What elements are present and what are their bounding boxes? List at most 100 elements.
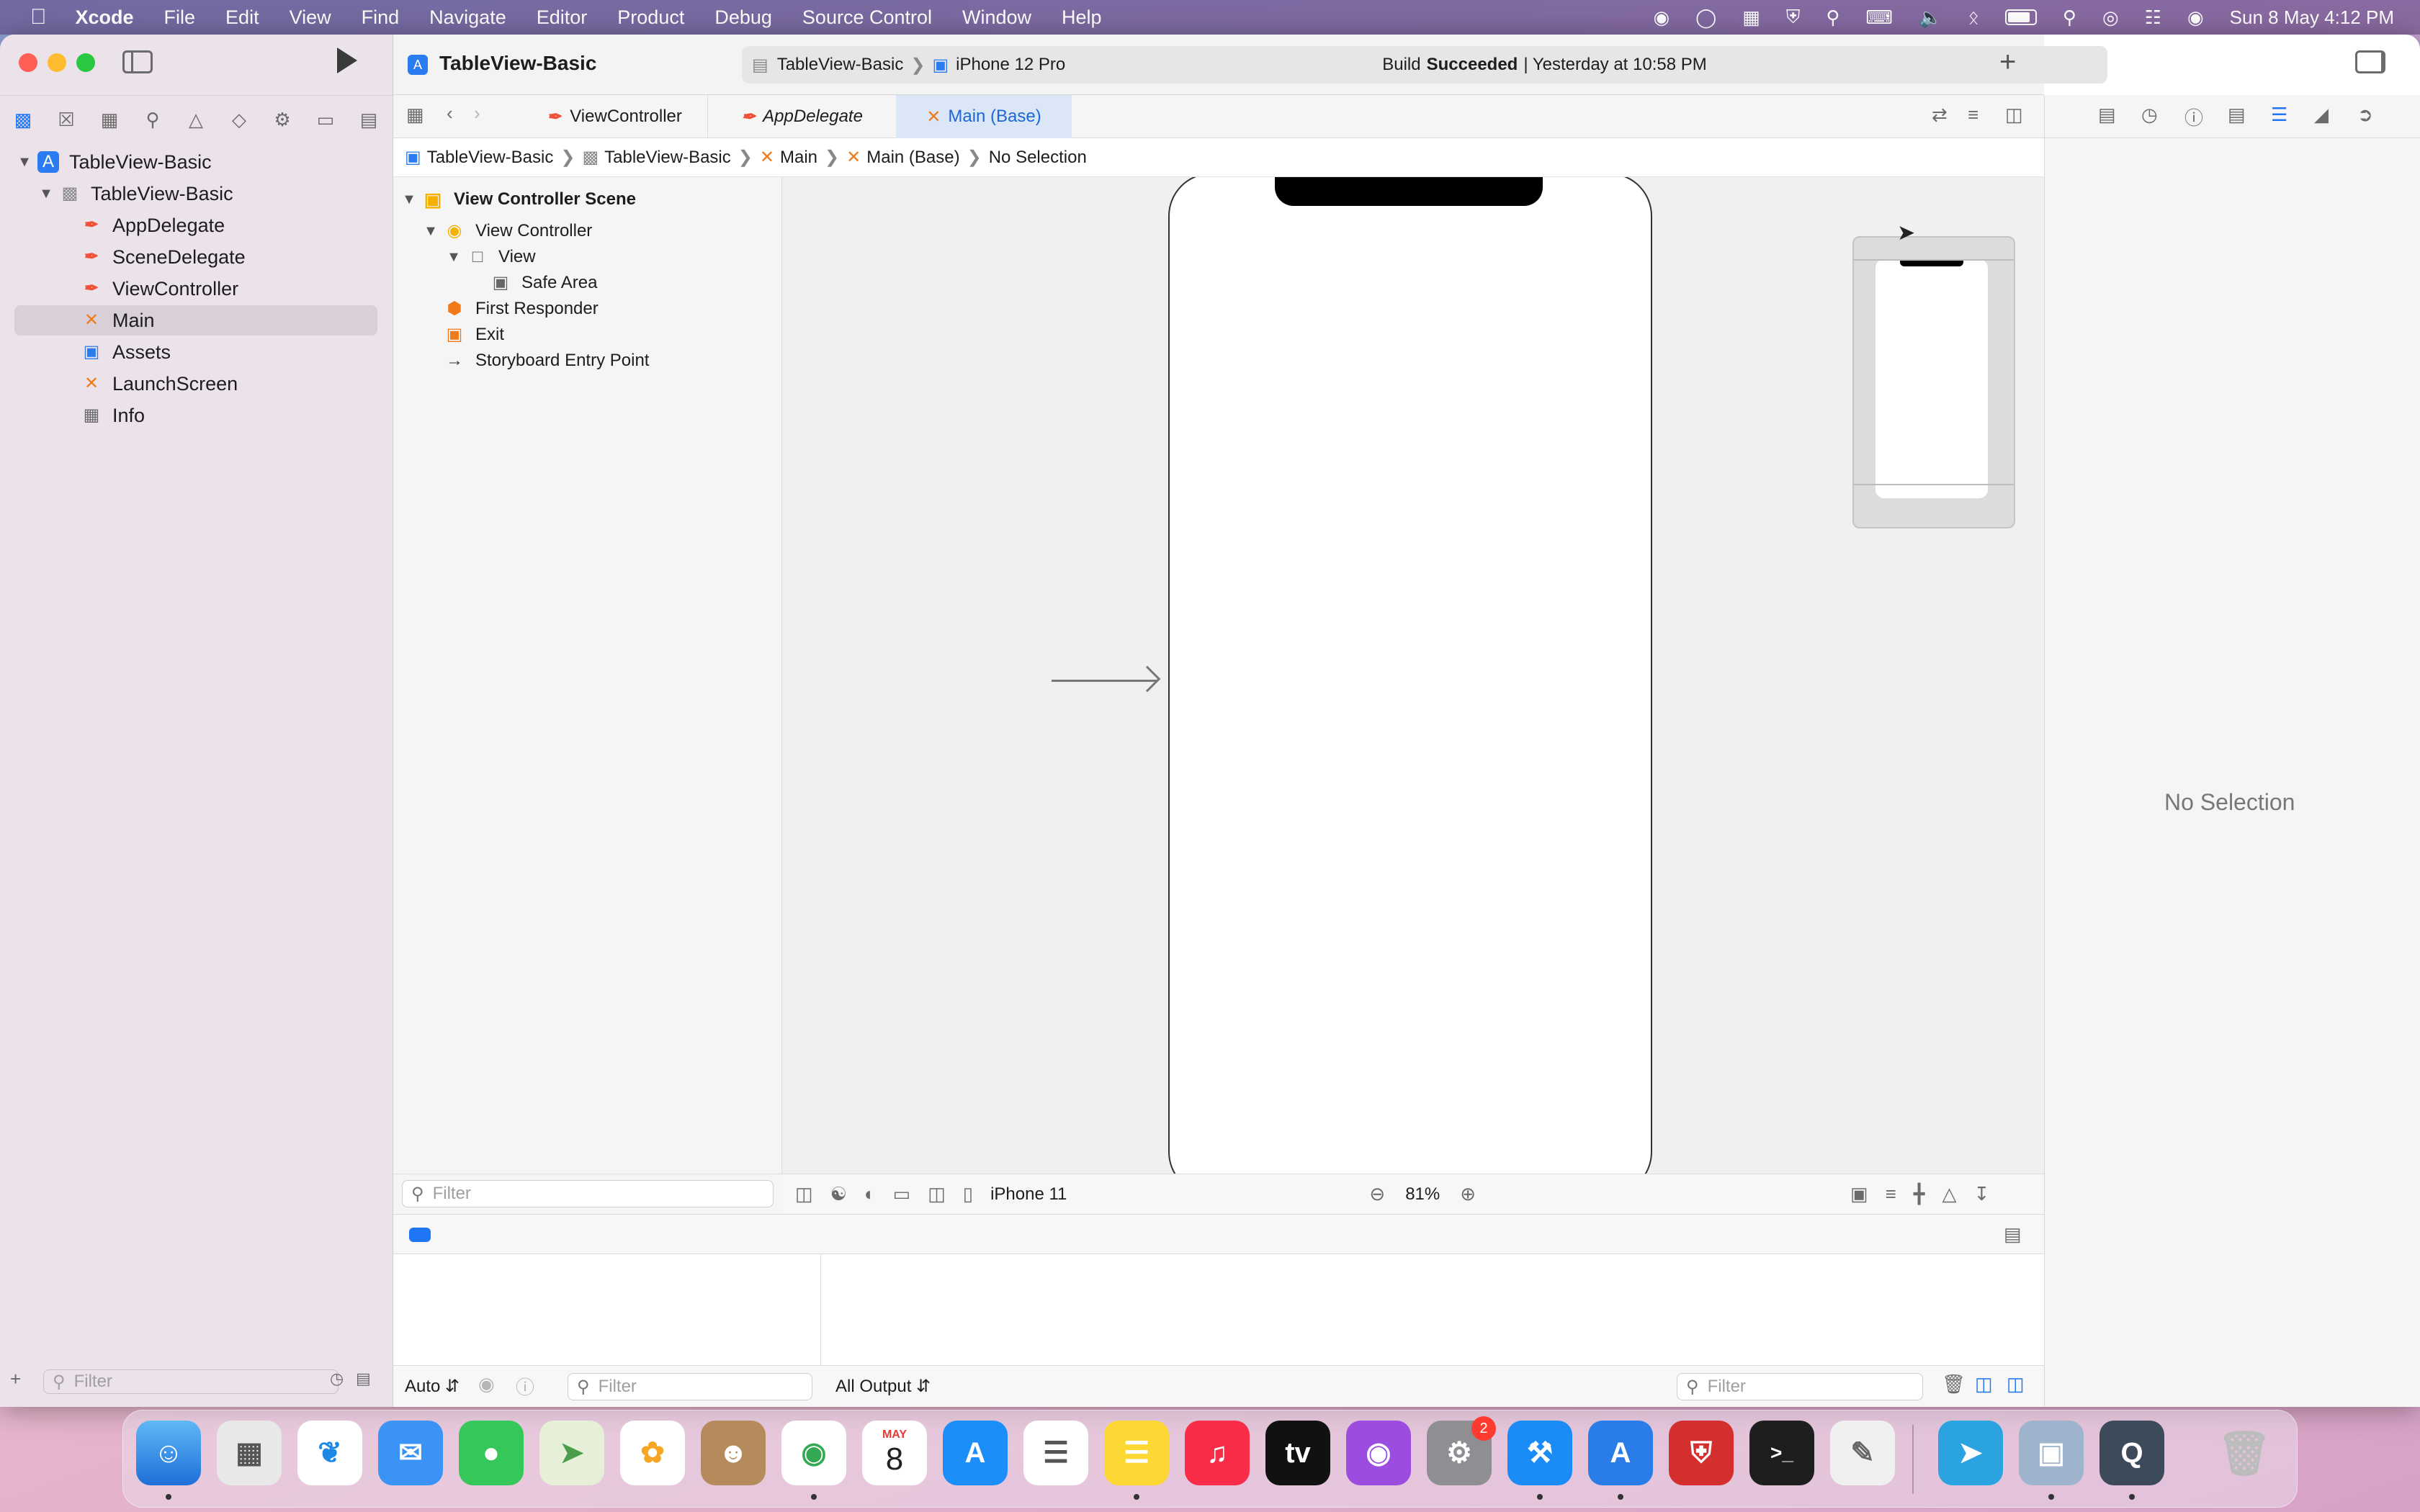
orientation-icon[interactable]: ▭ [893,1183,911,1205]
tab-main-base[interactable]: ✕ Main (Base) [896,95,1072,138]
size-inspector-icon[interactable]: ◢ [2314,104,2329,126]
navigator-filter[interactable]: ⚲ Filter [43,1369,339,1394]
source-control-icon[interactable]: ☒ [53,107,79,132]
align-icon[interactable]: ≡ [1886,1183,1896,1205]
file-inspector-icon[interactable]: ▤ [2098,104,2116,126]
bluetooth-icon[interactable]: ᛟ [1968,6,1979,29]
trash-icon[interactable]: 🗑 [1942,1373,1966,1395]
variables-view-toggle-icon[interactable]: ◫ [1975,1373,1993,1395]
menu-window[interactable]: Window [962,6,1031,29]
debug-icon[interactable]: ⚙ [269,107,295,132]
grid-icon[interactable]: ▦ [1742,6,1760,29]
file-row[interactable]: ✒ AppDelegate [81,210,225,240]
resolve-issues-icon[interactable]: △ [1942,1183,1956,1205]
library-add-icon[interactable]: + [1999,46,2016,78]
podcasts-icon[interactable]: ◉ [1346,1421,1411,1485]
accessibility-icon[interactable]: ☯ [830,1183,847,1205]
keyboard-icon[interactable]: ⌨ [1865,6,1893,29]
project-row[interactable]: ▼ A TableView-Basic [16,147,212,177]
tab-appdelegate[interactable]: ✒ AppDelegate [707,95,896,138]
photos-icon[interactable]: ✿ [620,1421,685,1485]
scheme-selector[interactable]: TableView-Basic [777,55,904,75]
breadcrumb-item[interactable]: No Selection [989,148,1087,168]
breakpoints-toggle-icon[interactable] [409,1228,431,1242]
volume-icon[interactable]: 🔈 [1919,6,1942,29]
console-view-toggle-icon[interactable]: ◫ [2007,1373,2025,1395]
preview-icon[interactable]: ▣ [2019,1421,2084,1485]
shield-app-icon[interactable]: ⛨ [1669,1421,1734,1485]
close-window-button[interactable] [19,53,37,72]
connections-inspector-icon[interactable]: ➲ [2357,104,2373,126]
appearance-icon[interactable]: ◐ [864,1183,876,1205]
wifi-icon[interactable]: ◎ [2102,6,2119,29]
outline-toggle-icon[interactable]: ◫ [795,1183,813,1205]
back-icon[interactable]: ‹ [447,102,453,125]
zoom-out-icon[interactable]: ⊖ [1369,1183,1385,1205]
symbol-icon[interactable]: ▦ [97,107,122,132]
chevron-down-icon[interactable]: ▼ [16,154,33,171]
menu-file[interactable]: File [164,6,196,29]
siri-icon[interactable]: ◉ [2187,6,2204,29]
breadcrumb-item[interactable]: TableView-Basic [427,148,554,168]
chevron-down-icon[interactable]: ▼ [400,192,418,208]
adaptation-icon[interactable]: ◫ [928,1183,946,1205]
app-store-icon[interactable]: A [943,1421,1008,1485]
menu-edit[interactable]: Edit [225,6,259,29]
filter-options-icon[interactable]: ▤ [356,1369,371,1388]
find-icon[interactable]: ⚲ [140,107,166,132]
chevron-down-icon[interactable]: ▼ [445,249,462,266]
swap-icon[interactable]: ⇄ [1932,104,1948,126]
file-row[interactable]: ✒ SceneDelegate [81,242,246,272]
issue-icon[interactable]: △ [183,107,209,132]
tab-viewcontroller[interactable]: ✒ ViewController [523,95,707,138]
chrome-icon[interactable]: ◉ [781,1421,846,1485]
file-row[interactable]: ✕ LaunchScreen [81,369,238,399]
hide-debug-area-icon[interactable]: ▤ [2004,1223,2022,1246]
chevron-down-icon[interactable]: ▼ [422,223,439,240]
eye-icon[interactable]: ◉ [478,1373,495,1395]
storyboard-canvas[interactable]: ➤ [782,177,2044,1174]
simulator-icon[interactable]: A [1588,1421,1653,1485]
menu-help[interactable]: Help [1062,6,1102,29]
battery-icon[interactable] [2004,9,2037,25]
chevron-down-icon[interactable]: ▼ [37,186,55,202]
forward-icon[interactable]: › [474,102,480,125]
sidebar-toggle-icon[interactable] [122,50,153,73]
file-row[interactable]: ▣ Assets [81,337,171,367]
variables-filter[interactable]: ⚲ Filter [568,1373,812,1400]
xcode-icon[interactable]: ⚒ [1507,1421,1572,1485]
quicktime-icon[interactable]: Q [2099,1421,2164,1485]
menu-navigate[interactable]: Navigate [429,6,506,29]
breakpoint-icon[interactable]: ▭ [313,107,339,132]
music-icon[interactable]: ♫ [1185,1421,1250,1485]
menu-find[interactable]: Find [362,6,400,29]
menu-product[interactable]: Product [617,6,684,29]
reminders-icon[interactable]: ☰ [1023,1421,1088,1485]
mail-icon[interactable]: ✉ [378,1421,443,1485]
grid-icon[interactable]: ▦ [406,104,424,126]
menu-editor[interactable]: Editor [537,6,588,29]
inspector-toggle-icon[interactable] [2355,50,2385,73]
clock-icon[interactable]: ◷ [330,1369,344,1388]
test-icon[interactable]: ◇ [226,107,252,132]
outline-filter[interactable]: ⚲ Filter [402,1180,774,1207]
device-selector[interactable]: iPhone 12 Pro [956,55,1065,75]
group-row[interactable]: ▼ ▩ TableView-Basic [37,179,233,209]
menu-source-control[interactable]: Source Control [802,6,932,29]
run-button[interactable] [337,48,357,73]
breadcrumb-item[interactable]: Main (Base) [866,148,959,168]
zoom-level[interactable]: 81% [1405,1184,1440,1205]
info-icon[interactable]: ⓘ [516,1373,534,1400]
safari-icon[interactable]: ❦ [297,1421,362,1485]
control-center-icon[interactable]: ☷ [2145,6,2161,29]
folder-icon[interactable]: ▩ [10,107,36,132]
minimize-window-button[interactable] [48,53,66,72]
telegram-icon[interactable]: ➤ [1938,1421,2003,1485]
add-constraints-icon[interactable]: ╋ [1914,1183,1925,1205]
shield-icon[interactable]: ⛨ [1786,6,1801,29]
help-icon[interactable]: ⓘ [2184,104,2203,130]
menu-view[interactable]: View [290,6,331,29]
minimap[interactable] [1852,236,2015,528]
outline-entry-row[interactable]: → Storyboard Entry Point [444,346,649,376]
zoom-in-icon[interactable]: ⊕ [1460,1183,1476,1205]
